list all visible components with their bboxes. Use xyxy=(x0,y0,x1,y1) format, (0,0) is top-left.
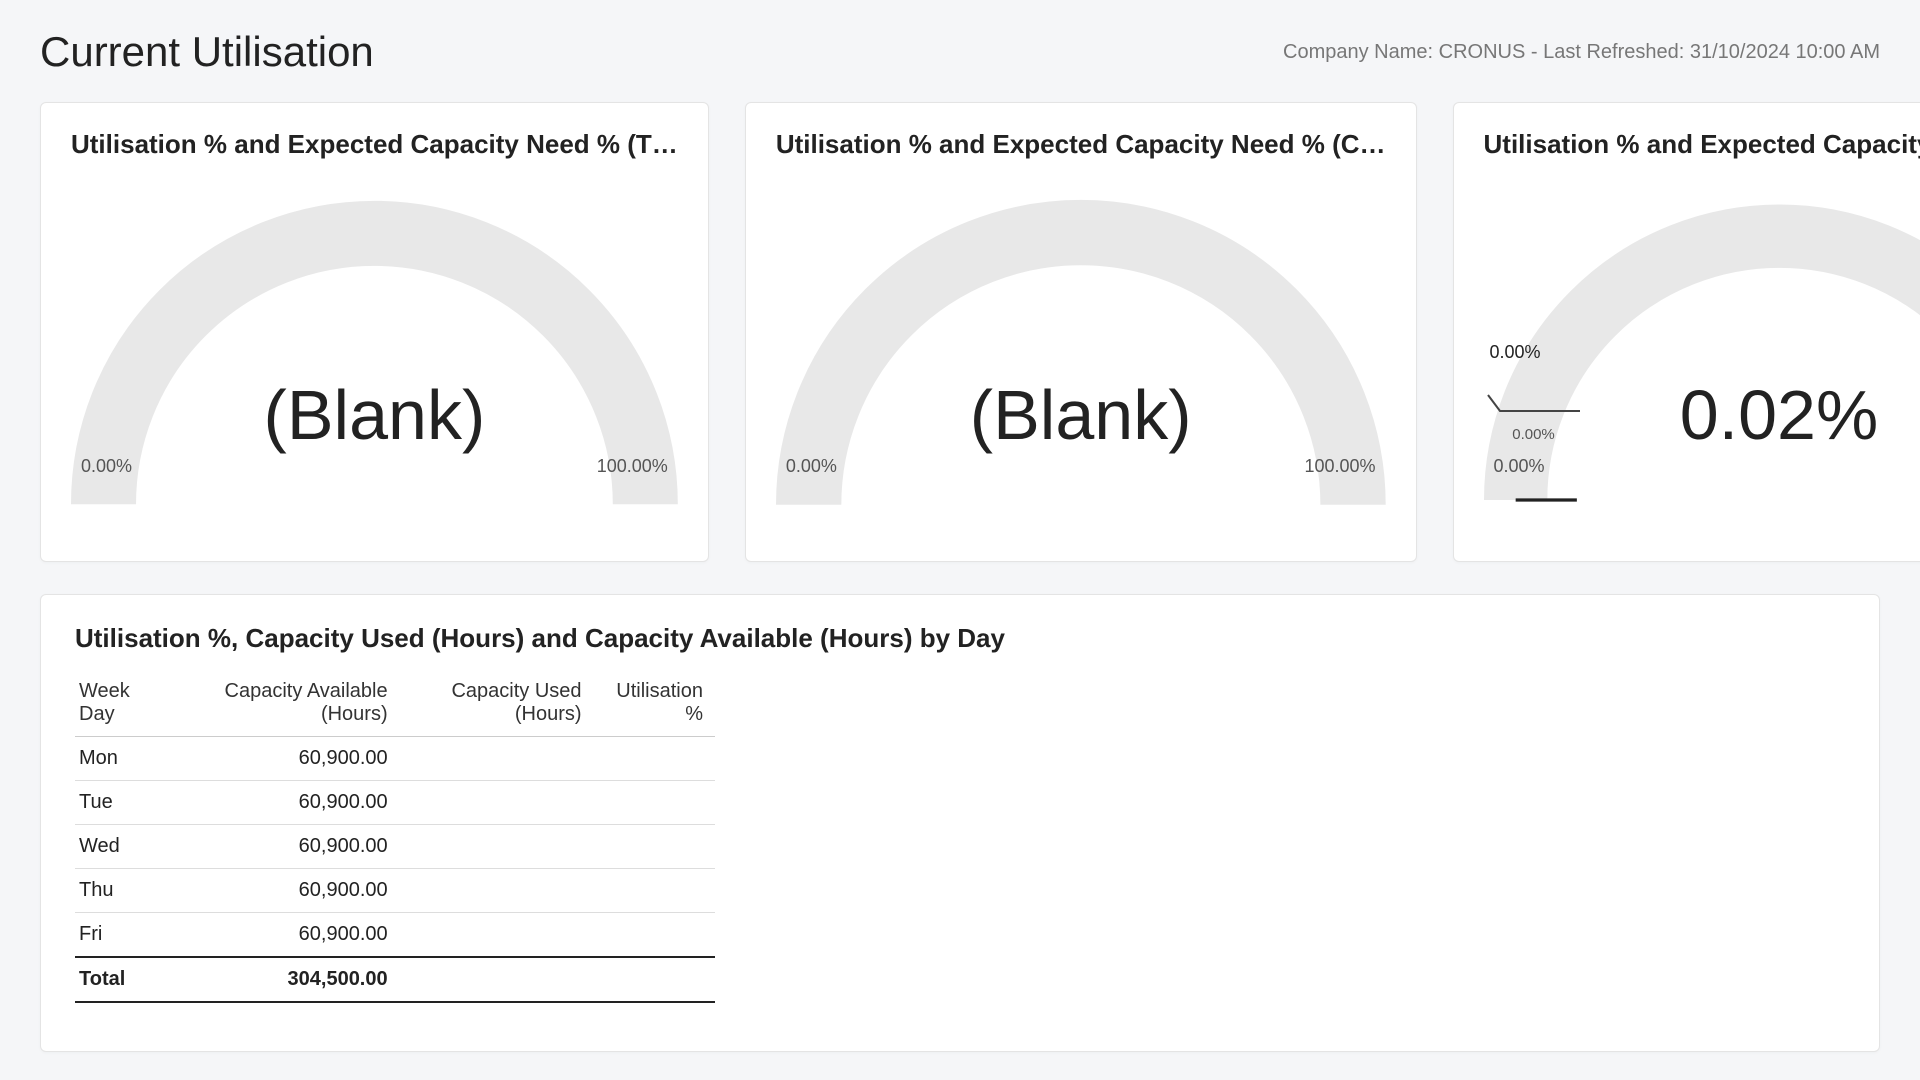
cell-available: 60,900.00 xyxy=(175,869,400,913)
table-title: Utilisation %, Capacity Used (Hours) and… xyxy=(75,623,1845,654)
gauge-card-1[interactable]: Utilisation % and Expected Capacity Need… xyxy=(745,102,1417,562)
cell-weekday: Wed xyxy=(75,825,175,869)
col-capacity-available[interactable]: Capacity Available (Hours) xyxy=(175,672,400,737)
cell-used xyxy=(400,825,594,869)
gauge-arc-icon xyxy=(1484,194,1920,511)
cell-util xyxy=(594,781,715,825)
col-utilisation[interactable]: Utilisation % xyxy=(594,672,715,737)
cell-total-available: 304,500.00 xyxy=(175,957,400,1002)
cell-available: 60,900.00 xyxy=(175,737,400,781)
gauge-arc-icon xyxy=(71,190,678,515)
gauge-needle-label: 0.00% xyxy=(1490,342,1541,363)
refresh-info: Company Name: CRONUS - Last Refreshed: 3… xyxy=(1283,41,1880,64)
cell-available: 60,900.00 xyxy=(175,781,400,825)
cell-weekday: Mon xyxy=(75,737,175,781)
utilisation-table: Week Day Capacity Available (Hours) Capa… xyxy=(75,672,715,1003)
table-row[interactable]: Thu60,900.00 xyxy=(75,869,715,913)
gauge-chart: 0.02% 0.00% 0.00% 100.00% 0.00% xyxy=(1484,172,1920,533)
cell-util xyxy=(594,869,715,913)
mini-sparkline-label: 0.00% xyxy=(1486,426,1582,443)
gauge-title: Utilisation % and Expected Capacity Need… xyxy=(776,129,1386,160)
mini-sparkline: 0.00% xyxy=(1486,391,1582,443)
table-card[interactable]: Utilisation %, Capacity Used (Hours) and… xyxy=(40,594,1880,1052)
cell-util xyxy=(594,913,715,958)
cell-used xyxy=(400,869,594,913)
table-row[interactable]: Mon60,900.00 xyxy=(75,737,715,781)
cell-weekday: Thu xyxy=(75,869,175,913)
gauge-value: (Blank) xyxy=(776,375,1386,455)
table-row[interactable]: Fri60,900.00 xyxy=(75,913,715,958)
gauge-card-0[interactable]: Utilisation % and Expected Capacity Need… xyxy=(40,102,709,562)
gauge-max-label: 100.00% xyxy=(597,456,668,477)
gauge-chart: (Blank) 0.00% 100.00% xyxy=(71,172,678,533)
gauge-title: Utilisation % and Expected Capacity Need… xyxy=(71,129,678,160)
cell-available: 60,900.00 xyxy=(175,913,400,958)
header: Current Utilisation Company Name: CRONUS… xyxy=(40,28,1880,76)
cell-total-label: Total xyxy=(75,957,175,1002)
col-weekday[interactable]: Week Day xyxy=(75,672,175,737)
sparkline-icon xyxy=(1486,391,1582,417)
cell-used xyxy=(400,737,594,781)
gauge-arc-icon xyxy=(776,189,1386,516)
cell-used xyxy=(400,913,594,958)
cell-used xyxy=(400,781,594,825)
table-header-row: Week Day Capacity Available (Hours) Capa… xyxy=(75,672,715,737)
table-row[interactable]: Wed60,900.00 xyxy=(75,825,715,869)
gauge-min-label: 0.00% xyxy=(81,456,132,477)
cell-available: 60,900.00 xyxy=(175,825,400,869)
table-total-row: Total304,500.00 xyxy=(75,957,715,1002)
cell-total-util xyxy=(594,957,715,1002)
gauge-min-label: 0.00% xyxy=(786,456,837,477)
gauge-chart: (Blank) 0.00% 100.00% xyxy=(776,172,1386,533)
gauge-min-label: 0.00% xyxy=(1494,456,1545,477)
gauge-card-2[interactable]: Utilisation % and Expected Capacity Need… xyxy=(1453,102,1920,562)
cell-util xyxy=(594,825,715,869)
gauge-max-label: 100.00% xyxy=(1304,456,1375,477)
table-row[interactable]: Tue60,900.00 xyxy=(75,781,715,825)
cell-total-used xyxy=(400,957,594,1002)
gauges-row: Utilisation % and Expected Capacity Need… xyxy=(40,102,1880,562)
gauge-title: Utilisation % and Expected Capacity Need… xyxy=(1484,129,1920,160)
cell-weekday: Tue xyxy=(75,781,175,825)
page-title: Current Utilisation xyxy=(40,28,374,76)
cell-weekday: Fri xyxy=(75,913,175,958)
col-capacity-used[interactable]: Capacity Used (Hours) xyxy=(400,672,594,737)
gauge-value: (Blank) xyxy=(71,375,678,455)
cell-util xyxy=(594,737,715,781)
